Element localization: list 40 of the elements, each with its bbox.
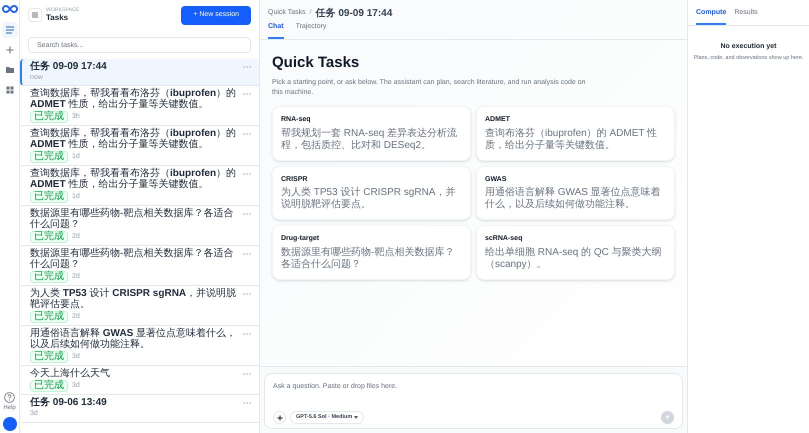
task-title: 数据源里有哪些药物-靶点相关数据库？各适合什么问题？ [30, 208, 234, 230]
page-heading: Quick Tasks [272, 52, 360, 72]
plus-icon[interactable] [4, 44, 16, 56]
card-description: 给出单细胞 RNA-seq 的 QC 与聚类大纲（scanpy）。 [485, 246, 663, 270]
status-badge: 已完成 [30, 111, 68, 123]
breadcrumb-current: 任务 09-09 17:44 [316, 6, 392, 21]
task-title: 查询数据库，帮我看看布洛芬（ibuprofen）的 ADMET 性质，给出分子量等关键数值。 [30, 88, 238, 110]
send-button[interactable] [661, 411, 674, 424]
task-title: 用通俗语言解释 GWAS 显著位点意味着什么，以及后续如何做功能注释。 [30, 328, 238, 350]
status-badge: 已完成 [30, 151, 68, 163]
status-badge: 已完成 [30, 231, 68, 243]
grid-icon[interactable] [4, 84, 16, 96]
attach-button[interactable] [273, 411, 286, 424]
status-badge: 已完成 [30, 271, 68, 283]
avatar[interactable] [2, 417, 16, 431]
card-description: 用通俗语言解释 GWAS 显著位点意味着什么，以及后续如何做功能注释。 [485, 187, 662, 211]
task-title: 今天上海什么天气 [30, 368, 111, 379]
logo-icon [2, 4, 18, 14]
help-icon[interactable] [4, 392, 15, 403]
status-badge: 已完成 [30, 311, 68, 323]
task-title: 数据源里有哪些药物-靶点相关数据库？各适合什么问题？ [30, 248, 234, 270]
status-badge: 已完成 [30, 380, 68, 392]
task-title: 为人类 TP53 设计 CRISPR sgRNA，并说明脱靶评估要点。 [30, 288, 238, 310]
list-icon[interactable] [4, 24, 16, 36]
caret-icon [354, 416, 358, 419]
arrow-up-icon [665, 415, 670, 420]
folder-icon[interactable] [4, 64, 16, 76]
task-title: 任务 09-09 17:44 [30, 60, 108, 72]
card-description: 为人类 TP53 设计 CRISPR sgRNA，并说明脱靶评估要点。 [281, 187, 456, 211]
status-badge: 已完成 [30, 191, 68, 203]
panel-title: Tasks [46, 14, 70, 22]
task-title: 查询数据库，帮我看看布洛芬（ibuprofen）的 ADMET 性质，给出分子量等关键数值。 [30, 168, 238, 190]
plus-icon [276, 414, 282, 420]
card-description: 数据源里有哪些药物-靶点相关数据库？各适合什么问题？ [281, 246, 456, 270]
task-title: 任务 09-06 13:49 [30, 397, 108, 408]
sidebar-toggle-icon[interactable] [28, 8, 42, 22]
card-description: 查询布洛芬（ibuprofen）的 ADMET 性质，给出分子量等关键数值。 [485, 128, 658, 152]
task-title: 查询数据库，帮我看看布洛芬（ibuprofen）的 ADMET 性质，给出分子量等关键数值。 [30, 128, 238, 150]
status-badge: 已完成 [30, 351, 68, 363]
card-description: 帮我规划一套 RNA-seq 差异表达分析流程，包括质控、比对和 DESeq2。 [281, 128, 458, 152]
